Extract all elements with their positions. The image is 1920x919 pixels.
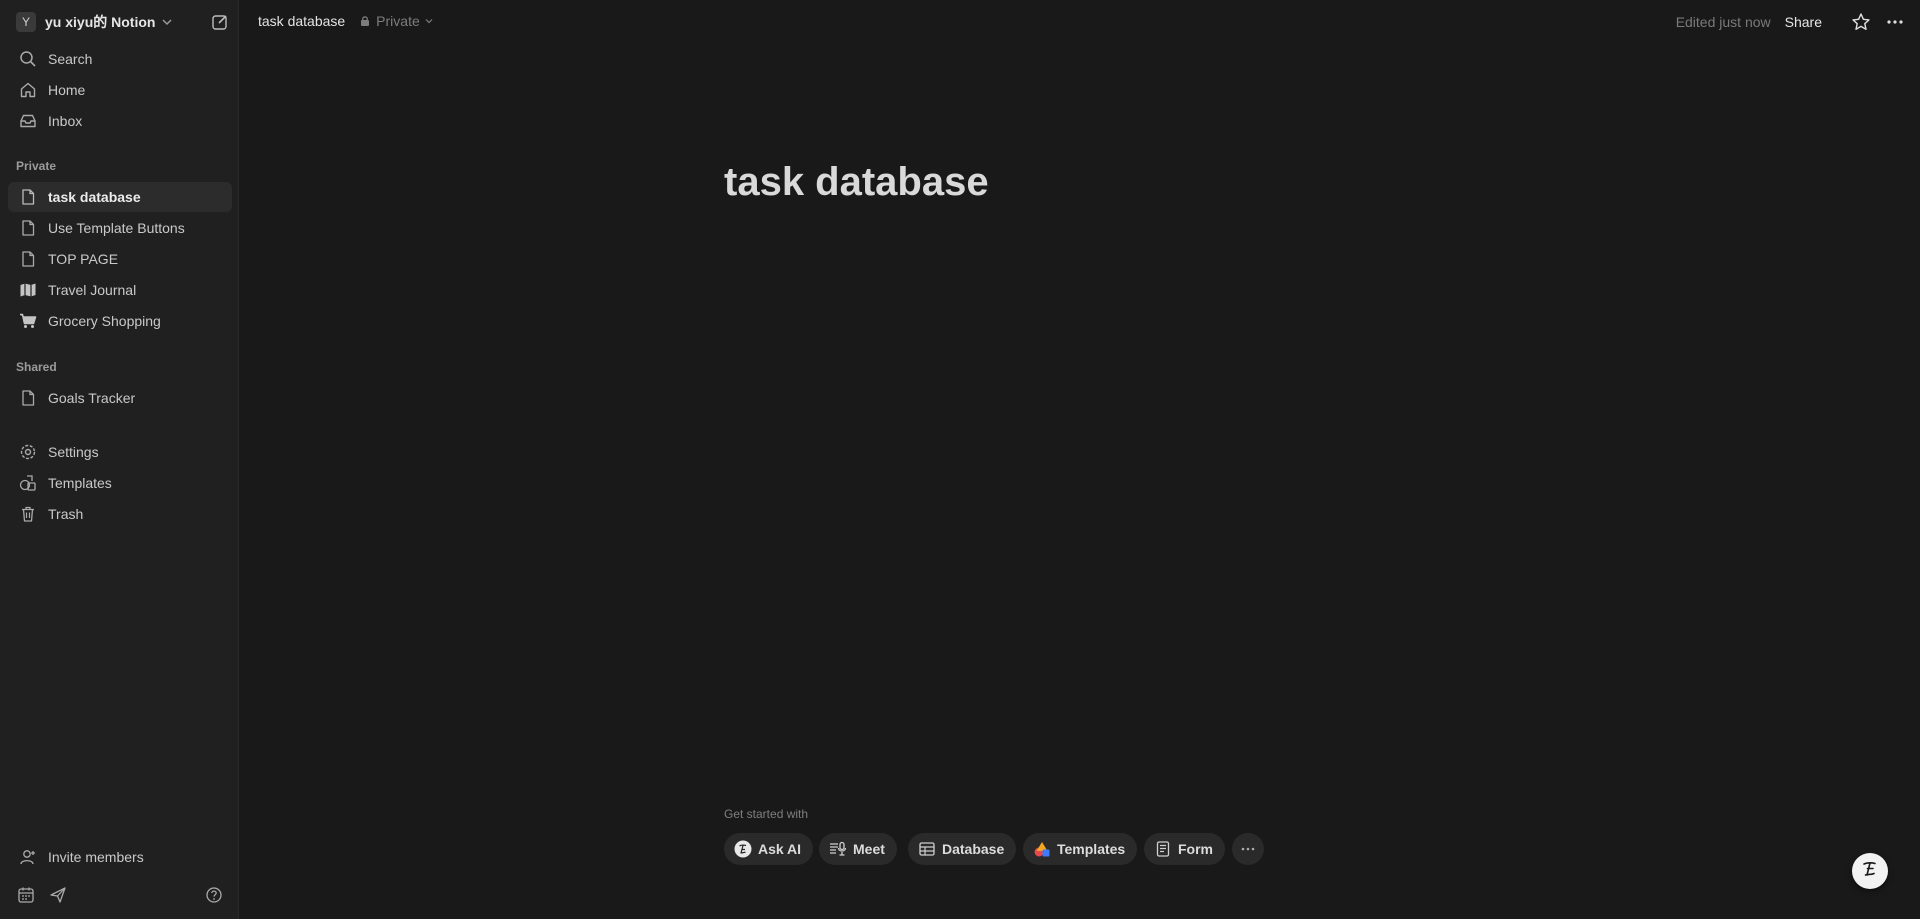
- invite-members-button[interactable]: Invite members: [8, 842, 232, 872]
- sidebar-item-grocery-shopping[interactable]: Grocery Shopping: [8, 306, 232, 336]
- meet-button[interactable]: Meet: [819, 833, 897, 865]
- sidebar-item-label: Use Template Buttons: [48, 220, 185, 236]
- private-section-label: Private: [16, 159, 57, 173]
- privacy-dropdown[interactable]: Private: [359, 13, 439, 29]
- sidebar-item-label: Inbox: [48, 113, 83, 129]
- sidebar-item-task-database[interactable]: task database: [8, 182, 232, 212]
- share-button[interactable]: Share: [1785, 14, 1822, 30]
- breadcrumb-page-title[interactable]: task database: [258, 13, 345, 29]
- sidebar-item-label: Settings: [48, 444, 99, 460]
- meet-icon: [828, 839, 848, 859]
- templates-button[interactable]: Templates: [1023, 833, 1138, 865]
- chip-label: Database: [942, 841, 1005, 857]
- sidebar: Y yu xiyu的 Notion Search Home Inbox Priv…: [0, 0, 239, 919]
- sidebar-item-settings[interactable]: Settings: [8, 437, 232, 467]
- map-icon: [18, 280, 38, 300]
- notion-ai-icon: [733, 839, 753, 859]
- form-icon: [1153, 839, 1173, 859]
- get-started-label: Get started with: [724, 807, 809, 821]
- sidebar-item-templates[interactable]: Templates: [8, 468, 232, 498]
- new-page-icon[interactable]: [210, 12, 230, 32]
- topbar: task database Private Edited just now Sh…: [240, 0, 1920, 44]
- gear-icon: [18, 442, 38, 462]
- shared-section-label: Shared: [16, 360, 57, 374]
- chevron-down-icon: [161, 16, 173, 28]
- ask-ai-button[interactable]: Ask AI: [724, 833, 814, 865]
- sidebar-item-use-template-buttons[interactable]: Use Template Buttons: [8, 213, 232, 243]
- inbox-icon: [18, 111, 38, 131]
- page-icon: [18, 388, 38, 408]
- page-icon: [18, 249, 38, 269]
- sidebar-item-label: Goals Tracker: [48, 390, 136, 406]
- privacy-label: Private: [376, 13, 420, 29]
- chip-label: Form: [1178, 841, 1213, 857]
- sidebar-item-label: Travel Journal: [48, 282, 137, 298]
- chevron-down-icon: [425, 19, 433, 24]
- sidebar-item-top-page[interactable]: TOP PAGE: [8, 244, 232, 274]
- sidebar-item-label: Trash: [48, 506, 84, 522]
- send-icon[interactable]: [48, 885, 68, 905]
- sidebar-item-label: Invite members: [48, 849, 144, 865]
- calendar-icon[interactable]: [16, 885, 36, 905]
- notion-ai-fab-button[interactable]: [1852, 853, 1888, 889]
- workspace-switcher[interactable]: Y yu xiyu的 Notion: [8, 8, 231, 36]
- notion-ai-icon: [1858, 857, 1882, 886]
- sidebar-item-trash[interactable]: Trash: [8, 499, 232, 529]
- sidebar-item-search[interactable]: Search: [8, 44, 232, 74]
- page-title[interactable]: task database: [724, 160, 989, 205]
- sidebar-item-label: Home: [48, 82, 86, 98]
- more-chips-button[interactable]: [1232, 833, 1264, 865]
- help-icon[interactable]: [204, 885, 224, 905]
- add-user-icon: [18, 847, 38, 867]
- trash-icon: [18, 504, 38, 524]
- sidebar-item-home[interactable]: Home: [8, 75, 232, 105]
- chip-label: Ask AI: [758, 841, 802, 857]
- sidebar-item-goals-tracker[interactable]: Goals Tracker: [8, 383, 232, 413]
- star-icon[interactable]: [1850, 11, 1872, 33]
- chip-label: Meet: [853, 841, 885, 857]
- topbar-actions: Edited just now Share: [1676, 10, 1906, 34]
- more-options-icon: [1238, 839, 1258, 859]
- sidebar-item-label: TOP PAGE: [48, 251, 119, 267]
- templates-color-icon: [1032, 839, 1052, 859]
- sidebar-item-travel-journal[interactable]: Travel Journal: [8, 275, 232, 305]
- lock-icon: [361, 16, 370, 26]
- search-icon: [18, 49, 38, 69]
- workspace-name: yu xiyu的 Notion: [45, 14, 156, 30]
- sidebar-item-inbox[interactable]: Inbox: [8, 106, 232, 136]
- sidebar-item-label: task database: [48, 189, 141, 205]
- chip-label: Templates: [1057, 841, 1126, 857]
- breadcrumb: task database Private: [258, 13, 439, 29]
- form-button[interactable]: Form: [1144, 833, 1225, 865]
- cart-icon: [18, 311, 38, 331]
- page-icon: [18, 218, 38, 238]
- database-button[interactable]: Database: [908, 833, 1017, 865]
- table-icon: [917, 839, 937, 859]
- workspace-avatar: Y: [16, 12, 36, 32]
- sidebar-item-label: Templates: [48, 475, 112, 491]
- sidebar-item-label: Grocery Shopping: [48, 313, 161, 329]
- edited-status: Edited just now: [1675, 14, 1771, 30]
- page-icon: [18, 187, 38, 207]
- templates-icon: [18, 473, 38, 493]
- home-icon: [18, 80, 38, 100]
- sidebar-item-label: Search: [48, 51, 93, 67]
- sidebar-footer: [16, 885, 224, 905]
- more-options-icon[interactable]: [1884, 11, 1906, 33]
